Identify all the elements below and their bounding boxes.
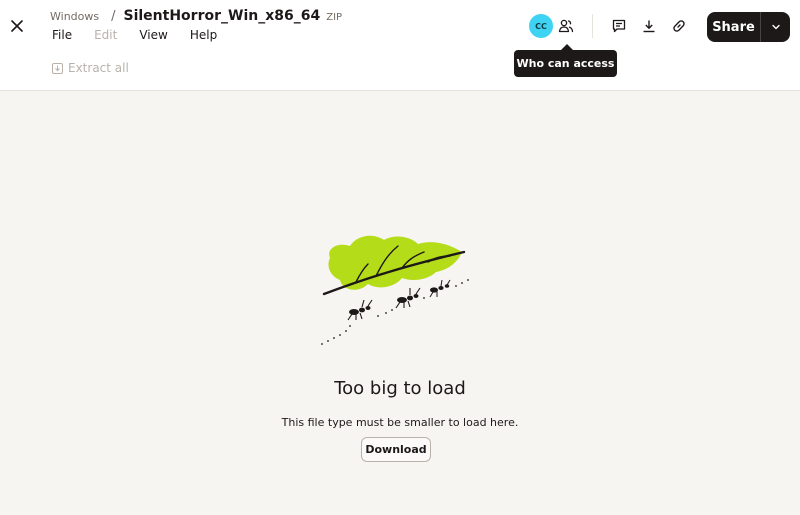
copy-link-button[interactable] — [668, 15, 690, 37]
top-bar: Windows / SilentHorror_Win_x86_64 ZIP Fi… — [0, 0, 800, 91]
share-button[interactable]: Share — [707, 12, 760, 42]
menu-edit[interactable]: Edit — [94, 28, 117, 42]
download-icon — [643, 20, 655, 33]
toolbar-divider — [592, 14, 593, 38]
chevron-down-icon — [771, 24, 780, 30]
menu-bar: File Edit View Help — [52, 28, 239, 42]
breadcrumb: Windows / SilentHorror_Win_x86_64 ZIP — [50, 6, 342, 26]
ant-trail — [321, 279, 469, 345]
menu-file[interactable]: File — [52, 28, 72, 42]
extract-icon — [52, 62, 63, 74]
share-menu-button[interactable] — [761, 12, 790, 42]
share-button-group: Share — [707, 12, 790, 42]
close-icon — [11, 20, 23, 32]
download-button[interactable]: Download — [361, 437, 431, 462]
avatar[interactable]: CC — [529, 14, 553, 38]
breadcrumb-parent-link[interactable]: Windows — [50, 10, 99, 23]
close-button[interactable] — [8, 17, 26, 35]
people-icon — [558, 19, 574, 33]
extract-all-label: Extract all — [68, 61, 129, 75]
link-icon — [673, 20, 685, 32]
download-toolbar-button[interactable] — [638, 15, 660, 37]
empty-state-title: Too big to load — [334, 378, 466, 399]
comment-icon — [612, 19, 626, 33]
menu-view[interactable]: View — [139, 28, 167, 42]
menu-help[interactable]: Help — [190, 28, 217, 42]
comment-button[interactable] — [608, 15, 630, 37]
breadcrumb-separator: / — [111, 8, 116, 24]
empty-state-message: This file type must be smaller to load h… — [281, 416, 519, 429]
file-type-badge: ZIP — [326, 11, 343, 23]
extract-all-button[interactable]: Extract all — [52, 61, 129, 75]
ants-carrying-leaf-illustration — [321, 235, 469, 345]
who-can-access-button[interactable] — [555, 15, 577, 37]
file-name-title[interactable]: SilentHorror_Win_x86_64 — [124, 8, 321, 24]
who-can-access-tooltip: Who can access — [514, 50, 617, 77]
